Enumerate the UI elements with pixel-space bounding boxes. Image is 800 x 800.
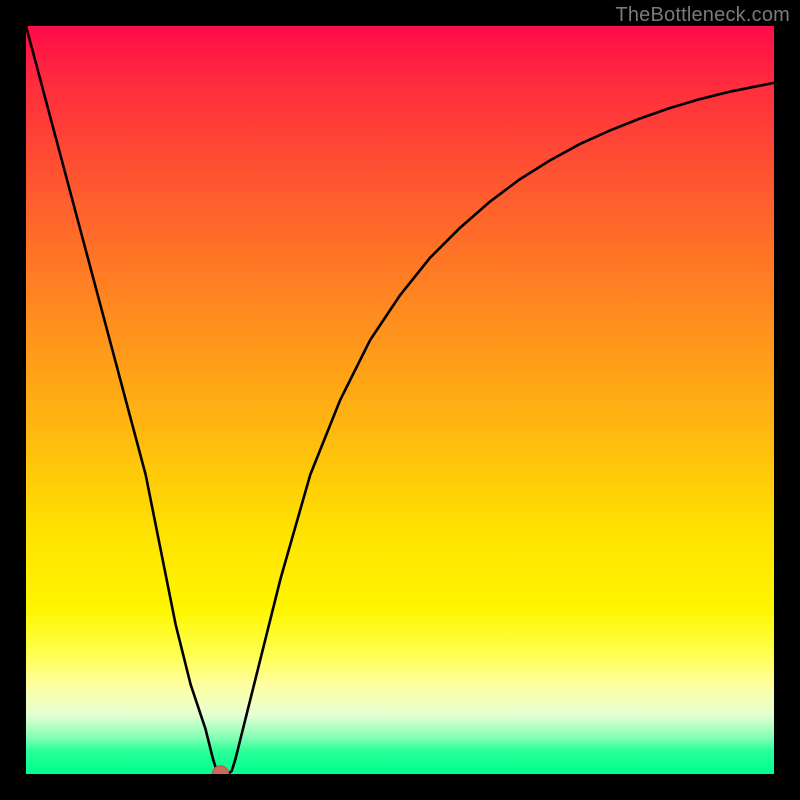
- bottleneck-curve: [26, 26, 774, 774]
- watermark-text: TheBottleneck.com: [615, 4, 790, 27]
- curve-svg: [26, 26, 774, 774]
- plot-area: [26, 26, 774, 774]
- chart-frame: TheBottleneck.com: [0, 0, 800, 800]
